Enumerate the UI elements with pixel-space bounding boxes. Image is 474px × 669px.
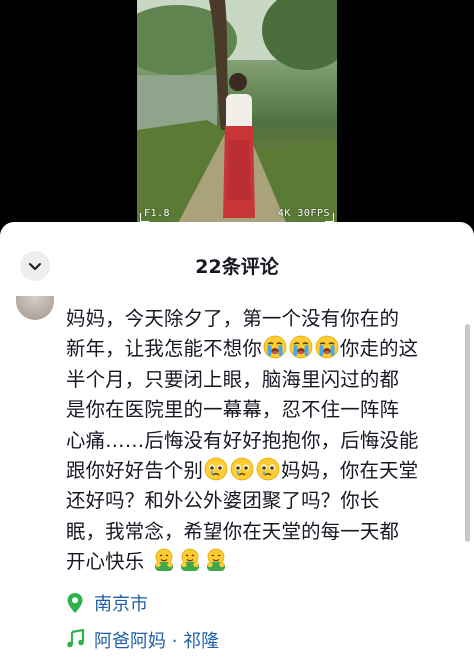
video-scene [137,0,337,225]
music-note-icon [66,629,86,651]
comment-line-text: 还好吗？和外公外婆团聚了吗？你长 [66,489,380,513]
comment-line: 开心快乐 [66,547,458,577]
comment-line: 跟你好好告个别 妈妈，你在天堂 [66,456,458,486]
loudly-crying-face-emoji [315,335,339,359]
location-pin-icon [66,592,86,614]
crying-face-emoji [256,457,280,481]
comment-line: 妈妈，今天除夕了，第一个没有你在的 [66,304,458,334]
comment-line: 新年，让我怎能不想你 你走的这 [66,334,458,364]
comment-line-text: 眠，我常念，希望你在天堂的每一天都 [66,519,400,543]
crying-face-emoji [204,457,228,481]
aperture-label: F1.8 [144,208,171,219]
comments-count-title: 22条评论 [195,256,279,278]
comment-line: 心痛……后悔没有好好抱抱你，后悔没能 [66,426,458,456]
comment-line-text: 妈妈，今天除夕了，第一个没有你在的 [66,307,400,330]
location-tag[interactable]: 南京市 [66,590,148,616]
comment-line-text: 妈妈，你在天堂 [281,459,419,483]
quality-label: 4K 30FPS [277,208,330,219]
comment-line: 半个月，只要闭上眼，脑海里闪过的都 [66,365,458,395]
comment-line: 是你在医院里的一幕幕，忍不住一阵阵 [66,395,458,425]
loudly-crying-face-emoji [289,335,313,359]
crying-face-emoji [230,457,254,481]
music-label: 阿爸阿妈 · 祁隆 [94,631,220,652]
hugging-face-emoji [152,548,176,572]
comment-line-text: 你走的这 [339,337,419,361]
avatar[interactable] [16,296,54,320]
comment-line-text: 心痛……后悔没有好好抱抱你，后悔没能 [66,428,419,452]
sheet-header: 22条评论 [0,222,474,302]
hugging-face-emoji [204,548,228,572]
loudly-crying-face-emoji [263,335,287,359]
hugging-face-emoji [178,548,202,572]
comment-line-text: 半个月，只要闭上眼，脑海里闪过的都 [66,367,400,391]
video-area[interactable]: F1.8 4K 30FPS [0,0,474,225]
comment-text: 妈妈，今天除夕了，第一个没有你在的 新年，让我怎能不想你 你走的这半个月，只要闭上眼… [66,304,458,578]
comments-sheet: 22条评论 妈妈，今天除夕了，第一个没有你在的 新年，让我怎能不想你 你走的这半个月… [0,222,474,669]
comment-line-text: 开心快乐 [66,550,151,574]
comment-line-text: 跟你好好告个别 [66,459,204,483]
video-thumbnail[interactable]: F1.8 4K 30FPS [137,0,337,225]
music-tag[interactable]: 阿爸阿妈 · 祁隆 [66,627,219,653]
location-label: 南京市 [94,594,148,615]
comment-line-text: 新年，让我怎能不想你 [66,337,262,361]
comment-line: 眠，我常念，希望你在天堂的每一天都 [66,517,458,547]
comment-line: 还好吗？和外公外婆团聚了吗？你长 [66,486,458,516]
scrollbar[interactable] [465,324,470,542]
comment-line-text: 是你在医院里的一幕幕，忍不住一阵阵 [66,398,400,422]
